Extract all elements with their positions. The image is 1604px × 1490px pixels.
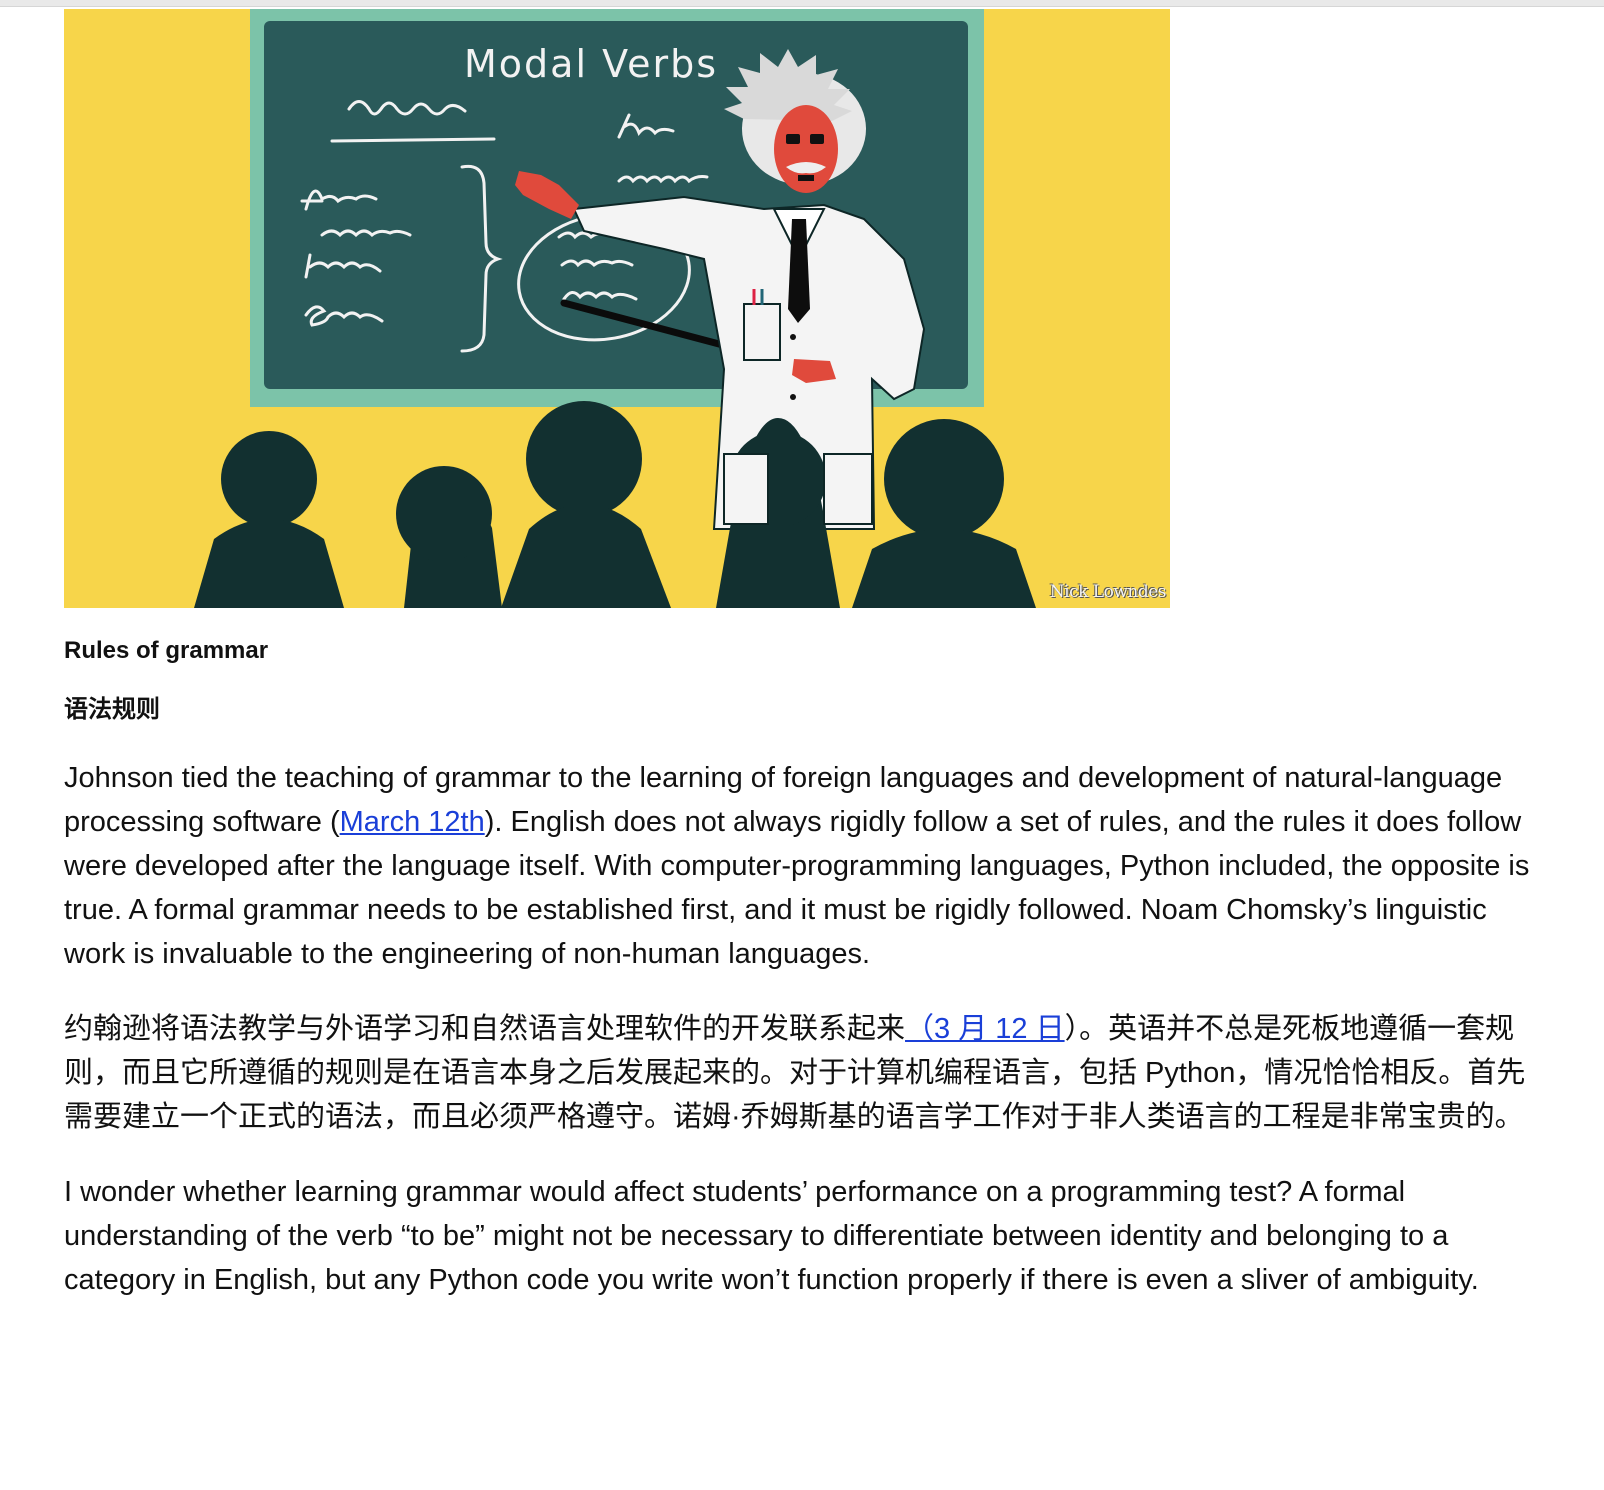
caption-english: Rules of grammar bbox=[64, 637, 269, 664]
board-title: Modal Verbs bbox=[464, 42, 718, 86]
top-divider bbox=[0, 0, 1604, 7]
teacher-classroom-illustration: Modal Verbs bbox=[64, 9, 1170, 608]
paragraph-english-2: I wonder whether learning grammar would … bbox=[64, 1176, 1479, 1296]
march-12-link-zh[interactable]: （3 月 12 日 bbox=[905, 1013, 1065, 1045]
paragraph-english-1: Johnson tied the teaching of grammar to … bbox=[64, 756, 1544, 976]
paragraph-chinese: 约翰逊将语法教学与外语学习和自然语言处理软件的开发联系起来（3 月 12 日）。… bbox=[64, 1007, 1544, 1139]
march-12th-link[interactable]: March 12th bbox=[340, 806, 485, 838]
image-credit: Nick Lowndes bbox=[1049, 582, 1167, 602]
article-illustration: Modal Verbs Nick Lowndes bbox=[64, 9, 1170, 608]
article-body: Modal Verbs Nick Lowndes Rules of gramma… bbox=[64, 9, 1544, 1302]
caption-chinese: 语法规则 bbox=[64, 695, 160, 723]
paragraph-text: 约翰逊将语法教学与外语学习和自然语言处理软件的开发联系起来 bbox=[64, 1013, 906, 1045]
